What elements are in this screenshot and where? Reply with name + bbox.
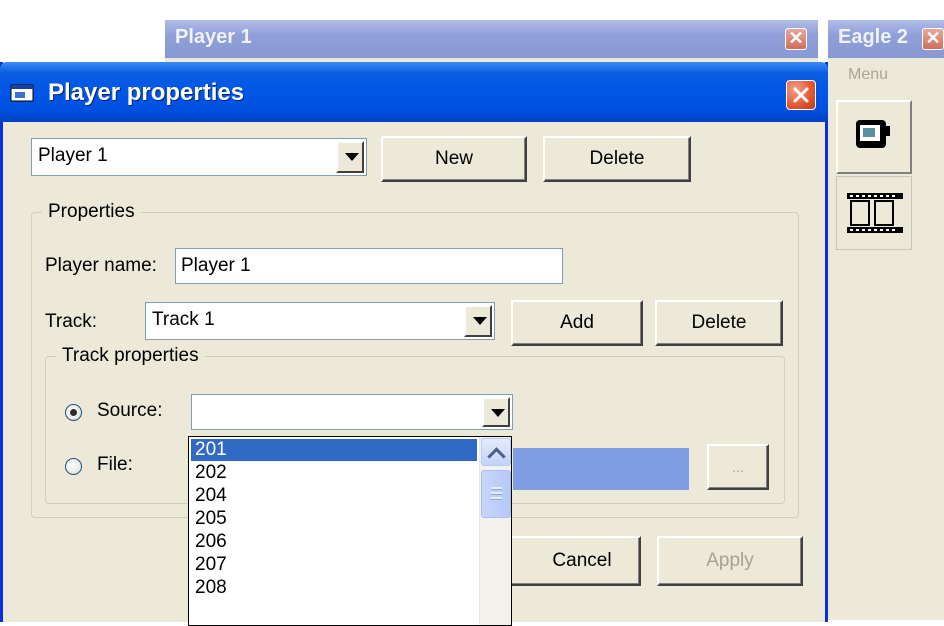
chevron-down-icon[interactable] xyxy=(482,397,510,427)
scroll-up-arrow-icon[interactable] xyxy=(481,438,511,466)
eagle-window: Eagle 2 ✕ Menu xyxy=(828,20,944,620)
dialog-titlebar[interactable]: Player properties xyxy=(0,62,828,122)
cancel-button-label: Cancel xyxy=(552,550,612,571)
new-player-button[interactable]: New xyxy=(381,136,527,182)
track-properties-legend: Track properties xyxy=(56,345,205,367)
source-option-208[interactable]: 208 xyxy=(191,577,477,599)
track-select-value: Track 1 xyxy=(152,309,215,330)
scroll-thumb[interactable] xyxy=(481,470,511,518)
eagle-menu-label[interactable]: Menu xyxy=(848,66,888,84)
player-name-label: Player name: xyxy=(45,255,157,276)
close-icon[interactable]: ✕ xyxy=(922,28,944,50)
source-dropdown-list[interactable]: 201 202 204 205 206 207 208 xyxy=(188,436,512,626)
player-select[interactable]: Player 1 xyxy=(31,138,367,176)
source-option-206[interactable]: 206 xyxy=(191,531,477,553)
source-option-205[interactable]: 205 xyxy=(191,508,477,530)
player-name-input[interactable]: Player 1 xyxy=(175,248,563,284)
dialog-title: Player properties xyxy=(48,79,245,106)
delete-player-button-label: Delete xyxy=(589,148,645,169)
delete-track-button[interactable]: Delete xyxy=(655,300,783,346)
dropdown-scrollbar[interactable] xyxy=(479,437,511,625)
source-select[interactable] xyxy=(191,394,513,430)
cancel-button[interactable]: Cancel xyxy=(493,536,641,586)
source-option-202[interactable]: 202 xyxy=(191,462,477,484)
monitor-icon xyxy=(856,120,890,148)
player-window-title: Player 1 xyxy=(175,26,252,48)
monitor-tool-button[interactable] xyxy=(836,100,912,174)
player-window-titlebar[interactable]: Player 1 ✕ xyxy=(165,20,818,58)
properties-group-legend: Properties xyxy=(42,201,141,223)
chevron-down-icon[interactable] xyxy=(336,141,364,173)
window-icon xyxy=(10,84,34,102)
player-select-value: Player 1 xyxy=(38,145,108,166)
track-label: Track: xyxy=(45,311,98,332)
source-label: Source: xyxy=(97,400,163,421)
add-track-button-label: Add xyxy=(560,312,594,333)
film-tool-button[interactable] xyxy=(836,176,912,250)
delete-track-button-label: Delete xyxy=(691,312,747,333)
chevron-down-icon[interactable] xyxy=(464,305,492,337)
source-radio[interactable] xyxy=(65,404,82,421)
apply-button[interactable]: Apply xyxy=(657,536,803,586)
eagle-window-title: Eagle 2 xyxy=(838,26,909,48)
browse-file-button-label: ... xyxy=(732,459,744,475)
file-radio[interactable] xyxy=(65,458,82,475)
browse-file-button[interactable]: ... xyxy=(707,444,769,490)
close-icon xyxy=(793,87,809,103)
new-player-button-label: New xyxy=(434,148,473,169)
source-option-204[interactable]: 204 xyxy=(191,485,477,507)
apply-button-label: Apply xyxy=(706,550,754,571)
eagle-window-titlebar[interactable]: Eagle 2 ✕ xyxy=(828,20,944,58)
file-label: File: xyxy=(97,454,133,475)
film-strip-icon xyxy=(847,193,903,233)
player-name-value: Player 1 xyxy=(181,255,251,276)
track-select[interactable]: Track 1 xyxy=(145,302,495,340)
dialog-close-button[interactable] xyxy=(786,80,816,110)
source-option-201[interactable]: 201 xyxy=(191,439,477,461)
add-track-button[interactable]: Add xyxy=(511,300,643,346)
close-icon[interactable]: ✕ xyxy=(785,28,807,50)
delete-player-button[interactable]: Delete xyxy=(543,136,691,182)
file-path-field[interactable] xyxy=(513,448,689,490)
source-option-207[interactable]: 207 xyxy=(191,554,477,576)
